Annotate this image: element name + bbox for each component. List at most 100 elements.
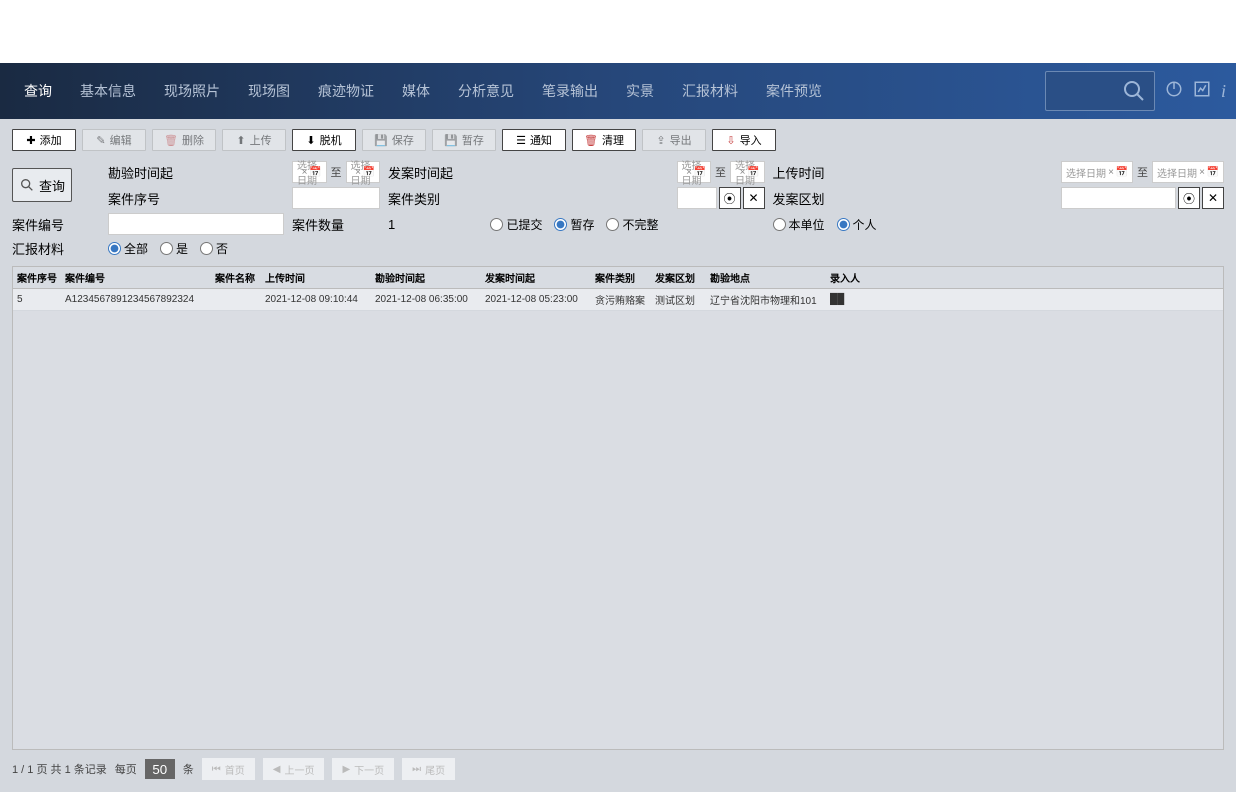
upload-icon: ⬆ — [236, 134, 245, 147]
report-no[interactable]: 否 — [200, 240, 228, 257]
case-date-from[interactable]: 选择日期×📅 — [677, 161, 712, 183]
status-submitted[interactable]: 已提交 — [490, 216, 542, 233]
import-icon: ⇩ — [726, 134, 735, 147]
pager-perpage-suffix: 条 — [183, 761, 194, 777]
export-icon: ⇪ — [656, 134, 665, 147]
table-row[interactable]: 5 A1234567891234567892324 2021-12-08 09:… — [13, 289, 1223, 311]
nav-trace-evidence[interactable]: 痕迹物证 — [304, 63, 388, 119]
power-icon[interactable] — [1165, 80, 1183, 103]
pager-last[interactable]: ⏭尾页 — [402, 758, 455, 780]
tempsave-button: 💾暂存 — [432, 129, 496, 151]
pager-next[interactable]: ▶下一页 — [332, 758, 394, 780]
report-all[interactable]: 全部 — [108, 240, 148, 257]
nav-analysis[interactable]: 分析意见 — [444, 63, 528, 119]
case-type-select[interactable] — [677, 187, 717, 209]
search-button[interactable]: 查询 — [12, 168, 72, 202]
case-serial-input[interactable] — [292, 187, 380, 209]
download-icon: ⬇ — [306, 134, 315, 147]
notify-button[interactable]: ☰通知 — [502, 129, 566, 151]
nav-real-scene[interactable]: 实景 — [612, 63, 668, 119]
clear-icon[interactable]: × — [1199, 167, 1205, 178]
case-date-to[interactable]: 选择日期×📅 — [730, 161, 765, 183]
clear-icon[interactable]: × — [355, 167, 361, 178]
inspect-time-label: 勘验时间起 — [108, 163, 284, 182]
scope-personal[interactable]: 个人 — [837, 216, 877, 233]
nav-case-preview[interactable]: 案件预览 — [752, 63, 836, 119]
report-material-label: 汇报材料 — [12, 239, 100, 258]
calendar-icon[interactable]: 📅 — [363, 167, 375, 178]
pager-perpage-prefix: 每页 — [115, 761, 137, 777]
filter-panel: 勘验时间起 选择日期×📅 至 选择日期×📅 发案时间起 选择日期×📅 至 选择日… — [12, 161, 1224, 258]
top-nav: 查询 基本信息 现场照片 现场图 痕迹物证 媒体 分析意见 笔录输出 实景 汇报… — [0, 63, 1236, 119]
save-icon: 💾 — [374, 134, 388, 147]
scope-radio-group: 本单位 个人 — [773, 216, 1054, 233]
nav-scene-diagram[interactable]: 现场图 — [234, 63, 304, 119]
clear-icon[interactable]: × — [1108, 167, 1114, 178]
clear-icon[interactable]: × — [686, 167, 692, 178]
global-search[interactable] — [1045, 71, 1155, 111]
calendar-icon[interactable]: 📅 — [1116, 167, 1128, 178]
case-no-label: 案件编号 — [12, 215, 100, 234]
chart-icon[interactable] — [1193, 80, 1211, 103]
clean-button[interactable]: 🗑清理 — [572, 129, 636, 151]
trash-icon: 🗑 — [164, 134, 178, 147]
case-type-clear-button[interactable]: ✕ — [743, 187, 765, 209]
case-area-label: 发案区划 — [773, 189, 1054, 208]
calendar-icon[interactable]: 📅 — [1207, 167, 1219, 178]
calendar-icon[interactable]: 📅 — [309, 167, 321, 178]
nav-scene-photo[interactable]: 现场照片 — [150, 63, 234, 119]
bell-icon: ☰ — [516, 134, 526, 147]
nav-record-output[interactable]: 笔录输出 — [528, 63, 612, 119]
status-radio-group: 已提交 暂存 不完整 — [490, 216, 658, 233]
offline-button[interactable]: ⬇脱机 — [292, 129, 356, 151]
case-count-value: 1 — [388, 217, 395, 232]
scope-unit[interactable]: 本单位 — [773, 216, 825, 233]
table-header-row: 案件序号 案件编号 案件名称 上传时间 勘验时间起 发案时间起 案件类别 发案区… — [13, 267, 1223, 289]
pager-prev[interactable]: ◀上一页 — [263, 758, 325, 780]
upload-date-to[interactable]: 选择日期×📅 — [1152, 161, 1224, 183]
calendar-icon[interactable]: 📅 — [747, 167, 759, 178]
pager-perpage-input[interactable] — [145, 759, 175, 779]
pager-first[interactable]: ⏮首页 — [202, 758, 255, 780]
add-button[interactable]: ✚添加 — [12, 129, 76, 151]
info-icon[interactable]: i — [1221, 81, 1226, 102]
plus-icon: ✚ — [26, 134, 35, 147]
nav-media[interactable]: 媒体 — [388, 63, 444, 119]
report-yes[interactable]: 是 — [160, 240, 188, 257]
report-radio-group: 全部 是 否 — [108, 240, 380, 257]
pencil-icon: ✎ — [96, 134, 105, 147]
case-count-label: 案件数量 — [292, 215, 380, 234]
case-area-clear-button[interactable]: ✕ — [1202, 187, 1224, 209]
upload-time-label: 上传时间 — [773, 163, 1054, 182]
nav-query[interactable]: 查询 — [10, 63, 66, 119]
results-table: 案件序号 案件编号 案件名称 上传时间 勘验时间起 发案时间起 案件类别 发案区… — [12, 266, 1224, 750]
delete-button: 🗑删除 — [152, 129, 216, 151]
clear-icon[interactable]: × — [302, 167, 308, 178]
calendar-icon[interactable]: 📅 — [694, 167, 706, 178]
import-button[interactable]: ⇩导入 — [712, 129, 776, 151]
case-serial-label: 案件序号 — [108, 189, 284, 208]
save-icon: 💾 — [444, 134, 458, 147]
case-type-pick-button[interactable]: ⦿ — [719, 187, 741, 209]
status-incomplete[interactable]: 不完整 — [606, 216, 658, 233]
pager-info: 1 / 1 页 共 1 条记录 — [12, 761, 107, 777]
clear-icon[interactable]: × — [740, 167, 746, 178]
nav-report-material[interactable]: 汇报材料 — [668, 63, 752, 119]
case-area-select[interactable] — [1061, 187, 1176, 209]
edit-button: ✎编辑 — [82, 129, 146, 151]
case-area-pick-button[interactable]: ⦿ — [1178, 187, 1200, 209]
upload-button: ⬆上传 — [222, 129, 286, 151]
trash-icon: 🗑 — [584, 134, 598, 147]
nav-basic-info[interactable]: 基本信息 — [66, 63, 150, 119]
toolbar: ✚添加 ✎编辑 🗑删除 ⬆上传 ⬇脱机 💾保存 💾暂存 ☰通知 🗑清理 ⇪导出 … — [12, 129, 1224, 151]
export-button: ⇪导出 — [642, 129, 706, 151]
inspect-date-to[interactable]: 选择日期×📅 — [346, 161, 381, 183]
status-temp[interactable]: 暂存 — [554, 216, 594, 233]
case-time-label: 发案时间起 — [388, 163, 669, 182]
inspect-date-from[interactable]: 选择日期×📅 — [292, 161, 327, 183]
pager: 1 / 1 页 共 1 条记录 每页 条 ⏮首页 ◀上一页 ▶下一页 ⏭尾页 — [12, 756, 1224, 782]
case-no-input[interactable] — [108, 213, 284, 235]
case-type-label: 案件类别 — [388, 189, 669, 208]
save-button: 💾保存 — [362, 129, 426, 151]
upload-date-from[interactable]: 选择日期×📅 — [1061, 161, 1133, 183]
